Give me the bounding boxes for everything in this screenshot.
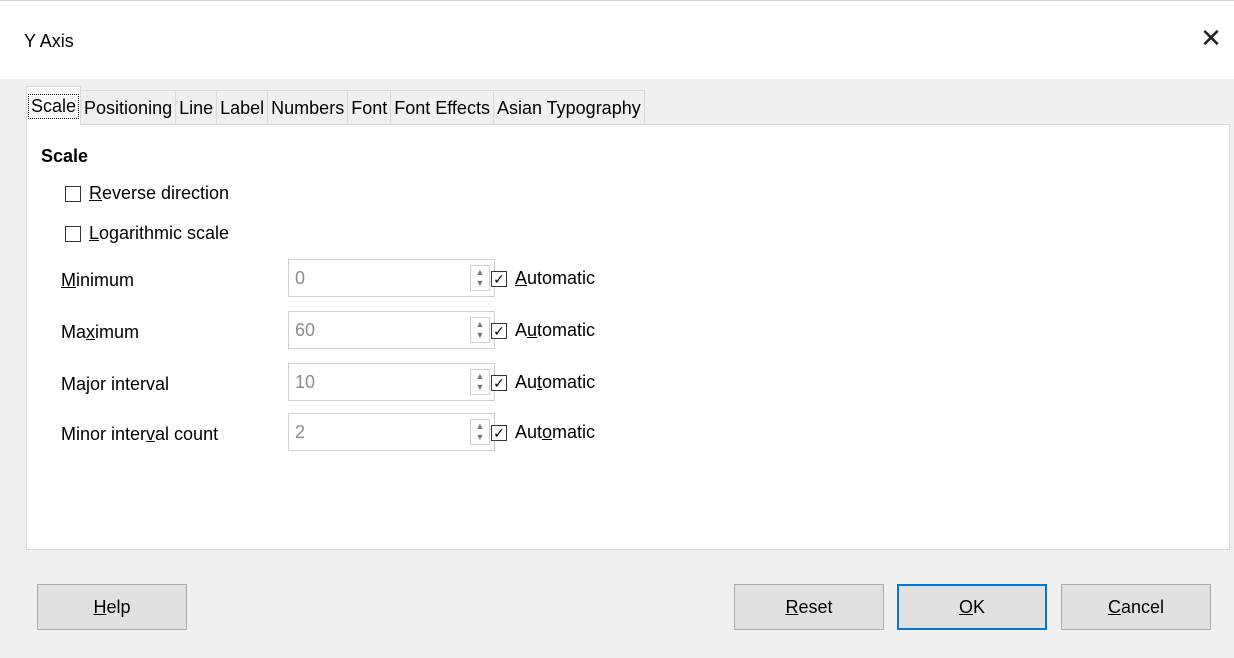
spin-down-icon[interactable]: ▼ <box>476 330 485 341</box>
tab-asian-typography[interactable]: Asian Typography <box>492 90 645 125</box>
help-button[interactable]: Help <box>37 584 187 630</box>
minor-interval-count-label: Minor interval count <box>61 424 219 444</box>
reset-button[interactable]: Reset <box>734 584 884 630</box>
minor-interval-count-value: 2 <box>295 422 306 442</box>
checkbox-box[interactable] <box>65 225 81 242</box>
tab-font[interactable]: Font <box>347 90 392 125</box>
minimum-value: 0 <box>295 268 306 288</box>
ok-button[interactable]: OK <box>897 584 1047 630</box>
spin-arrows[interactable]: ▲ ▼ <box>470 369 490 395</box>
major-interval-spinbox[interactable]: 10 ▲ ▼ <box>288 363 495 401</box>
tab-line[interactable]: Line <box>175 90 218 125</box>
check-icon[interactable]: ✓ <box>491 374 507 391</box>
checkbox-label: Automatic <box>515 320 596 340</box>
tab-bar: Scale Positioning Line Label Numbers Fon… <box>26 86 645 125</box>
checkbox-label: Automatic <box>515 372 596 392</box>
maximum-automatic-checkbox[interactable]: ✓ Automatic <box>491 320 595 341</box>
spin-up-icon[interactable]: ▲ <box>476 421 485 432</box>
minimum-automatic-checkbox[interactable]: ✓ Automatic <box>491 268 595 289</box>
tab-positioning[interactable]: Positioning <box>80 90 177 125</box>
cancel-button[interactable]: Cancel <box>1061 584 1211 630</box>
spin-down-icon[interactable]: ▼ <box>476 382 485 393</box>
close-icon[interactable]: ✕ <box>1188 15 1234 61</box>
logarithmic-scale-checkbox[interactable]: Logarithmic scale <box>65 223 229 244</box>
spin-up-icon[interactable]: ▲ <box>476 371 485 382</box>
major-interval-label: Major interval <box>61 374 170 394</box>
maximum-value: 60 <box>295 320 316 340</box>
minor-interval-count-spinbox[interactable]: 2 ▲ ▼ <box>288 413 495 451</box>
maximum-spinbox[interactable]: 60 ▲ ▼ <box>288 311 495 349</box>
checkbox-label: Logarithmic scale <box>89 223 230 243</box>
minimum-spinbox[interactable]: 0 ▲ ▼ <box>288 259 495 297</box>
spin-arrows[interactable]: ▲ ▼ <box>470 419 490 445</box>
checkbox-label: Automatic <box>515 268 596 288</box>
spin-arrows[interactable]: ▲ ▼ <box>470 265 490 291</box>
spin-arrows[interactable]: ▲ ▼ <box>470 317 490 343</box>
reverse-direction-checkbox[interactable]: Reverse direction <box>65 183 229 204</box>
minimum-label: Minimum <box>61 270 135 290</box>
major-interval-value: 10 <box>295 372 316 392</box>
check-icon[interactable]: ✓ <box>491 424 507 441</box>
tab-scale[interactable]: Scale <box>26 86 82 125</box>
spin-up-icon[interactable]: ▲ <box>476 319 485 330</box>
tab-font-effects[interactable]: Font Effects <box>390 90 494 125</box>
maximum-label: Maximum <box>61 322 140 342</box>
minor-interval-count-automatic-checkbox[interactable]: ✓ Automatic <box>491 422 595 443</box>
checkbox-label: Reverse direction <box>89 183 230 203</box>
section-title: Scale <box>41 146 89 166</box>
major-interval-automatic-checkbox[interactable]: ✓ Automatic <box>491 372 595 393</box>
tab-label[interactable]: Label <box>216 90 269 125</box>
check-icon[interactable]: ✓ <box>491 270 507 287</box>
spin-down-icon[interactable]: ▼ <box>476 432 485 443</box>
check-icon[interactable]: ✓ <box>491 322 507 339</box>
spin-up-icon[interactable]: ▲ <box>476 267 485 278</box>
title-bar: Y Axis ✕ <box>0 0 1234 79</box>
checkbox-box[interactable] <box>65 185 81 202</box>
checkbox-label: Automatic <box>515 422 596 442</box>
tab-numbers[interactable]: Numbers <box>267 90 349 125</box>
spin-down-icon[interactable]: ▼ <box>476 278 485 289</box>
window-title: Y Axis <box>24 31 74 51</box>
scale-panel: Scale Reverse direction Logarithmic scal… <box>26 124 1230 550</box>
